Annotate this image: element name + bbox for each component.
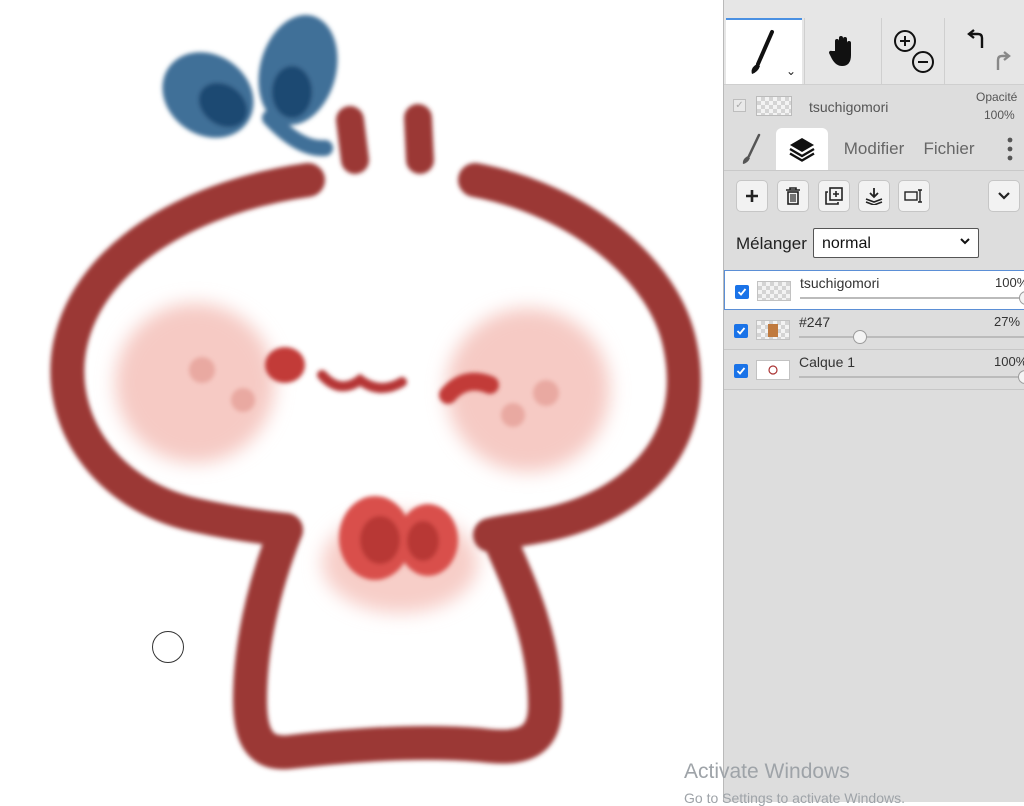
layer-name: Calque 1 (799, 354, 856, 370)
brush-icon (742, 133, 761, 164)
top-toolbar-strip (724, 0, 1024, 19)
layer-thumbnail (756, 320, 790, 340)
trash-icon (786, 187, 800, 205)
layer-row-247[interactable]: #247 27% (724, 310, 1024, 350)
undo-redo-button[interactable] (944, 18, 1024, 84)
delete-layer-button[interactable] (777, 180, 809, 212)
brush-icon (751, 30, 774, 74)
opacity-label: Opacité (976, 90, 1018, 104)
blend-mode-row: Mélanger normal (724, 226, 1024, 262)
layer-name: tsuchigomori (800, 275, 880, 291)
drawing-canvas[interactable] (0, 0, 723, 802)
chevron-down-icon[interactable]: ⌄ (786, 64, 796, 78)
undo-icon (966, 29, 1011, 70)
layer-visibility-checkbox[interactable] (734, 364, 748, 378)
red-bowtie (339, 496, 458, 580)
opacity-slider-knob[interactable] (1019, 291, 1024, 305)
opacity-slider[interactable] (799, 330, 1024, 344)
plus-icon (746, 190, 758, 202)
duplicate-icon (825, 187, 843, 205)
merge-down-icon (865, 188, 883, 205)
more-options-icon[interactable] (1000, 128, 1020, 170)
tab-fichier[interactable]: Fichier (920, 128, 978, 170)
blend-mode-value: normal (822, 235, 871, 252)
layer-thumbnail (756, 360, 790, 380)
layer-opacity: 27% (994, 314, 1021, 329)
layers-icon (789, 138, 815, 162)
tab-layers[interactable] (776, 128, 828, 170)
zoom-icon (894, 30, 934, 73)
hand-icon (828, 36, 851, 66)
layer-name: #247 (799, 314, 831, 330)
opacity-slider-knob[interactable] (853, 330, 868, 344)
watermark-subtitle: Go to Settings to activate Windows. (684, 790, 905, 806)
opacity-slider[interactable] (799, 370, 1024, 384)
zoom-tool-button[interactable] (881, 18, 944, 84)
tab-modifier[interactable]: Modifier (834, 128, 914, 170)
current-layer-info: ✓ tsuchigomori Opacité 100% (724, 84, 1024, 128)
layer-visibility-checkbox[interactable] (734, 324, 748, 338)
chevron-down-icon (998, 192, 1010, 200)
layer-visibility-checkbox[interactable]: ✓ (733, 99, 746, 112)
opacity-slider[interactable] (800, 291, 1024, 305)
add-layer-button[interactable] (736, 180, 768, 212)
windows-activation-watermark: Activate Windows Go to Settings to activ… (684, 760, 905, 806)
layer-row-calque-1[interactable]: Calque 1 100% (724, 350, 1024, 390)
text-cursor-icon (904, 189, 922, 203)
duplicate-layer-button[interactable] (818, 180, 850, 212)
layer-thumbnail (756, 96, 792, 116)
watermark-title: Activate Windows (684, 760, 850, 783)
rename-layer-button[interactable] (898, 180, 930, 212)
layer-visibility-checkbox[interactable] (735, 285, 749, 299)
layer-actions (724, 180, 1024, 218)
tab-brush[interactable] (730, 128, 774, 170)
layer-thumbnail (757, 281, 791, 301)
opacity-value: 100% (984, 108, 1015, 122)
brush-tool-button[interactable]: ⌄ (726, 18, 802, 84)
artwork (50, 15, 701, 770)
current-layer-name: tsuchigomori (809, 99, 889, 115)
merge-down-button[interactable] (858, 180, 890, 212)
blend-label: Mélanger (736, 234, 807, 253)
opacity-slider-knob[interactable] (1018, 370, 1024, 384)
tool-selector: ⌄ (724, 18, 1024, 85)
chevron-down-icon (960, 238, 970, 245)
layer-row-tsuchigomori[interactable]: tsuchigomori 100% (724, 270, 1024, 310)
layer-menu-button[interactable] (988, 180, 1020, 212)
hand-tool-button[interactable] (804, 18, 881, 84)
brush-cursor (152, 631, 184, 663)
side-panel: ⌄ ✓ tsuchigomori Opacité 100% Modifier F… (723, 0, 1024, 802)
panel-tabs: Modifier Fichier (724, 128, 1024, 171)
layer-opacity: 100% (995, 275, 1024, 290)
blue-bow (162, 15, 338, 157)
blend-mode-select[interactable]: normal (813, 228, 979, 258)
layer-opacity: 100% (994, 354, 1024, 369)
